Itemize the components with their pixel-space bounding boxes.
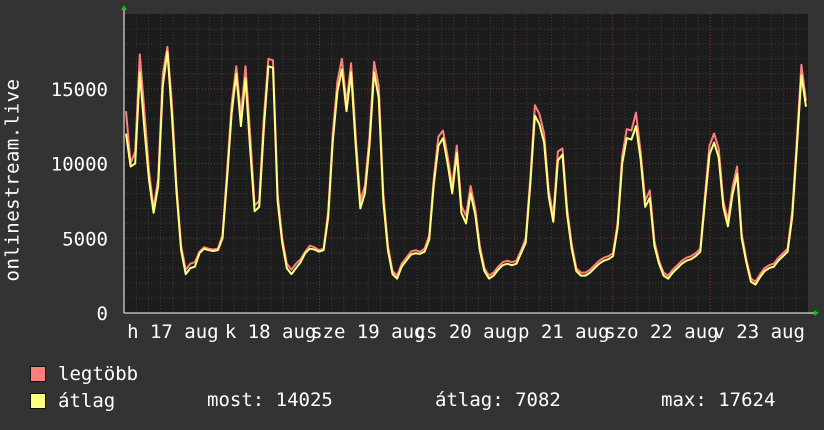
legend-label-atlag: átlag (58, 390, 116, 412)
y-tick-label: 10000 (51, 154, 108, 176)
stat-most-value: 14025 (275, 389, 333, 411)
x-axis-arrow (814, 310, 819, 316)
stat-max-label: max: (661, 389, 707, 411)
x-day-label: h 17 aug (127, 321, 219, 343)
y-axis-label-box: onlinestream.live (1, 78, 23, 282)
stat-most: most: 14025 (207, 389, 333, 411)
x-day-label: k 18 aug (225, 321, 317, 343)
stat-atlag-label: átlag: (435, 389, 504, 411)
legend-label-legtobb: legtöbb (58, 363, 139, 385)
legend-item-atlag: átlag (30, 389, 115, 413)
legend-swatch-legtobb (30, 366, 46, 382)
x-day-label: szo 22 aug (604, 321, 718, 343)
stat-max-value: 17624 (718, 389, 776, 411)
x-day-label: v 23 aug (713, 321, 805, 343)
stat-most-label: most: (207, 389, 265, 411)
legend-swatch-atlag (30, 393, 46, 409)
stat-max: max: 17624 (661, 389, 775, 411)
y-tick-label: 5000 (62, 228, 108, 250)
legend-item-legtobb: legtöbb (30, 362, 138, 386)
x-day-label: p 21 aug (518, 321, 610, 343)
x-day-label: cs 20 aug (415, 321, 518, 343)
x-day-label: sze 19 aug (311, 321, 425, 343)
y-tick-label: 15000 (51, 79, 108, 101)
y-axis-label: onlinestream.live (1, 78, 23, 282)
chart-stage: 0 5000 10000 15000 h 17 aug k 18 aug sze 19 au… (0, 0, 824, 430)
stat-atlag: átlag: 7082 (435, 389, 561, 411)
y-tick-label: 0 (97, 303, 108, 325)
y-axis-arrow (121, 5, 127, 10)
stat-atlag-value: 7082 (515, 389, 561, 411)
